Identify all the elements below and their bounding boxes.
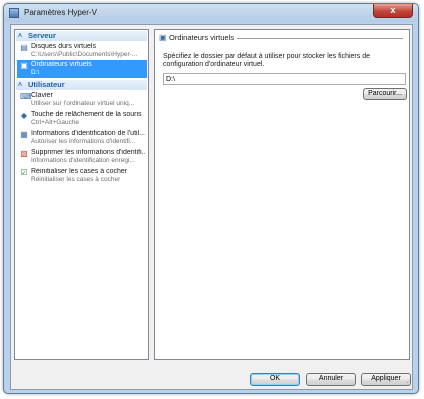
dialog-client-area: ˄ Serveur ▤ Disques durs virtuels C:\User… [10, 24, 413, 390]
default-folder-input[interactable] [163, 73, 406, 85]
sidebar-item-value: Autoriser les informations d'identifi... [31, 138, 136, 145]
sidebar-item-value: C:\Users\Public\Documents\Hyper-... [31, 51, 138, 58]
sidebar-item-label: Supprimer les informations d'identifi... [31, 149, 145, 156]
sidebar-item-value: Ctrl+Alt+Gauche [31, 119, 80, 126]
sidebar-item-label: Disques durs virtuels [31, 43, 96, 50]
virtual-machines-icon: ▣ [20, 61, 28, 70]
sidebar-item-informations-identification[interactable]: ▦ Informations d'identification de l'uti… [17, 129, 147, 147]
sidebar-item-reinitialiser-cases[interactable]: ☑ Réinitialiser les cases à cocher Réini… [17, 167, 147, 185]
browse-button[interactable]: Parcourir... [363, 88, 407, 100]
settings-dialog-window: Paramètres Hyper-V x ˄ Serveur ▤ Disques … [3, 3, 419, 394]
sidebar-item-value: Réinitialiser les cases à cocher [31, 176, 121, 183]
cancel-button[interactable]: Annuler [306, 373, 356, 386]
sidebar-item-ordinateurs-virtuels[interactable]: ▣ Ordinateurs virtuels D:\ [17, 60, 147, 78]
sidebar-item-label: Réinitialiser les cases à cocher [31, 168, 128, 175]
sidebar-item-value: Utiliser sur l'ordinateur virtuel uniq..… [31, 100, 135, 107]
sidebar-item-label: Informations d'identification de l'util.… [31, 130, 145, 137]
keyboard-icon: ⌨ [20, 92, 32, 101]
credentials-icon: ▦ [20, 130, 28, 139]
collapse-chevron-icon[interactable]: ˄ [18, 32, 28, 42]
heading-divider [237, 38, 403, 39]
section-header-utilisateur[interactable]: ˄ Utilisateur [16, 80, 147, 90]
mouse-release-key-icon: ◆ [20, 111, 28, 120]
close-button[interactable]: x [373, 4, 413, 18]
sidebar-item-label: Touche de relâchement de la souris [31, 111, 142, 118]
detail-heading: ▣ Ordinateurs virtuels [159, 33, 234, 43]
delete-credentials-icon: ▧ [20, 149, 28, 158]
section-header-label: Serveur [28, 31, 56, 40]
collapse-chevron-icon[interactable]: ˄ [18, 81, 28, 91]
folder-description: Spécifiez le dossier par défaut à utilis… [163, 53, 370, 68]
settings-navigation-pane: ˄ Serveur ▤ Disques durs virtuels C:\User… [14, 29, 149, 360]
resize-grip-icon[interactable]: ⋰ [403, 380, 411, 388]
virtual-disks-icon: ▤ [20, 43, 28, 52]
section-header-label: Utilisateur [28, 80, 65, 89]
sidebar-item-supprimer-informations-identification[interactable]: ▧ Supprimer les informations d'identifi.… [17, 148, 147, 166]
window-title: Paramètres Hyper-V [24, 8, 97, 17]
sidebar-item-disques-durs-virtuels[interactable]: ▤ Disques durs virtuels C:\Users\Public\… [17, 42, 147, 60]
detail-heading-label: Ordinateurs virtuels [169, 33, 235, 42]
sidebar-item-clavier[interactable]: ⌨ Clavier Utiliser sur l'ordinateur virt… [17, 91, 147, 109]
sidebar-item-value: Informations d'identification enregi... [31, 157, 135, 164]
sidebar-item-label: Ordinateurs virtuels [31, 61, 92, 68]
sidebar-item-label: Clavier [31, 92, 53, 99]
sidebar-item-touche-relachement-souris[interactable]: ◆ Touche de relâchement de la souris Ctr… [17, 110, 147, 128]
virtual-machines-icon: ▣ [159, 32, 167, 42]
settings-detail-pane: ▣ Ordinateurs virtuels Spécifiez le dossi… [154, 29, 410, 360]
hyper-v-app-icon [9, 8, 19, 18]
section-header-serveur[interactable]: ˄ Serveur [16, 31, 147, 41]
reset-checkboxes-icon: ☑ [20, 168, 28, 177]
title-bar[interactable]: Paramètres Hyper-V x [4, 4, 418, 22]
ok-button[interactable]: OK [250, 373, 300, 386]
sidebar-item-value: D:\ [31, 69, 40, 76]
